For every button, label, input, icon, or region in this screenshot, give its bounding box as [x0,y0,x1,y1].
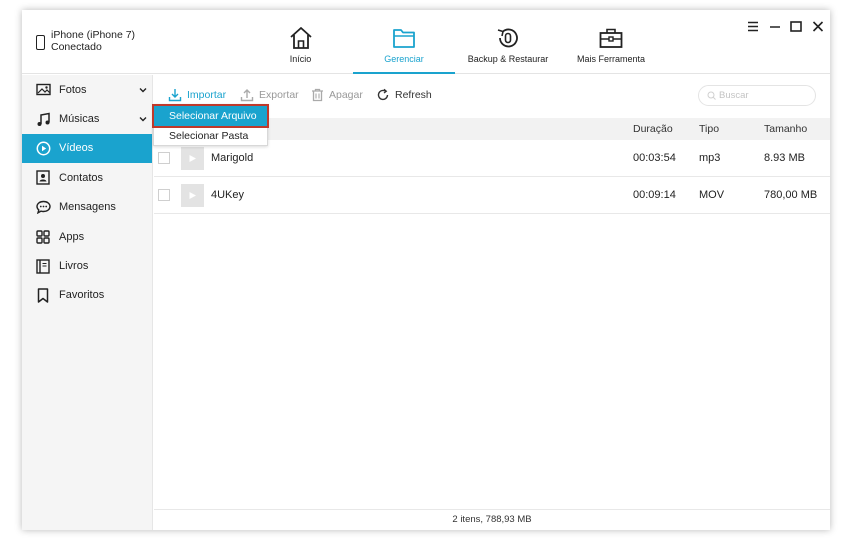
trash-icon [312,88,323,102]
menu-icon[interactable] [744,18,762,34]
sidebar: Fotos Músicas Vídeos Contatos Mensagens … [22,75,153,530]
chevron-down-icon[interactable] [139,113,147,125]
sidebar-item-label: Contatos [59,171,104,184]
export-button[interactable]: Exportar [240,88,299,102]
download-icon [168,89,182,102]
video-thumbnail [181,147,204,170]
music-icon [35,111,51,127]
sidebar-item-label: Fotos [59,83,87,96]
sidebar-item-musicas[interactable]: Músicas [22,104,152,133]
sidebar-item-label: Apps [59,230,85,243]
column-header-duracao[interactable]: Duração [633,123,673,135]
nav-label: Início [289,54,312,64]
export-label: Exportar [259,89,299,101]
upload-icon [240,89,254,102]
nav-mais-ferramenta[interactable]: Mais Ferramenta [574,10,648,74]
refresh-label: Refresh [395,89,432,101]
row-name: 4UKey [211,189,245,201]
phone-icon [36,35,45,50]
nav-gerenciar[interactable]: Gerenciar [353,10,455,74]
device-status: Conectado [51,41,102,53]
play-icon [189,155,196,162]
import-dropdown-menu: Selecionar Arquivo Selecionar Pasta [152,104,269,146]
nav-label: Backup & Restaurar [467,54,549,64]
row-name: Marigold [211,152,254,164]
nav-backup-restaurar[interactable]: Backup & Restaurar [466,10,550,74]
row-checkbox[interactable] [158,189,170,201]
sidebar-item-fotos[interactable]: Fotos [22,75,152,104]
toolbox-icon [599,28,623,48]
table-row[interactable]: 4UKey 00:09:14 MOV 780,00 MB [154,178,830,214]
row-size: 8.93 MB [764,152,805,164]
sidebar-item-label: Vídeos [59,142,94,155]
row-checkbox[interactable] [158,152,170,164]
status-bar: 2 itens, 788,93 MB [154,509,830,530]
device-name: iPhone (iPhone 7) [51,29,136,41]
bookmark-icon [35,287,51,303]
row-duration: 00:09:14 [633,189,676,201]
sidebar-item-label: Livros [59,260,89,273]
apps-icon [35,229,51,245]
nav-label: Gerenciar [384,54,424,64]
menu-item-selecionar-pasta[interactable]: Selecionar Pasta [154,126,267,146]
search-box[interactable] [698,85,816,106]
sidebar-item-apps[interactable]: Apps [22,222,152,251]
book-icon [35,258,51,274]
row-size: 780,00 MB [764,189,818,201]
delete-button[interactable]: Apagar [311,88,363,102]
search-input[interactable] [719,90,809,101]
nav-inicio[interactable]: Início [278,10,323,74]
backup-restore-icon [497,28,518,48]
import-button[interactable]: Importar [168,88,226,102]
sidebar-item-label: Favoritos [59,289,105,302]
video-icon [35,140,51,156]
sidebar-item-livros[interactable]: Livros [22,251,152,280]
sidebar-item-contatos[interactable]: Contatos [22,163,152,192]
table-row[interactable]: Marigold 00:03:54 mp3 8.93 MB [154,141,830,177]
sidebar-item-label: Mensagens [59,201,116,214]
maximize-icon[interactable] [787,18,805,34]
sidebar-item-mensagens[interactable]: Mensagens [22,193,152,222]
row-type: mp3 [699,152,721,164]
refresh-icon [377,88,389,101]
search-icon [707,91,716,100]
column-header-tamanho[interactable]: Tamanho [764,123,807,135]
refresh-button[interactable]: Refresh [376,88,432,102]
header-bar: iPhone (iPhone 7) Conectado Início Geren… [22,10,830,74]
close-icon[interactable] [809,18,827,34]
folder-icon [393,29,415,48]
home-icon [289,27,312,49]
minimize-icon[interactable] [766,18,784,34]
video-thumbnail [181,184,204,207]
photo-icon [35,82,51,98]
device-info: iPhone (iPhone 7) Conectado [36,29,135,53]
contact-icon [35,170,51,186]
column-header-tipo[interactable]: Tipo [699,123,719,135]
row-duration: 00:03:54 [633,152,676,164]
sidebar-item-favoritos[interactable]: Favoritos [22,281,152,310]
menu-item-selecionar-arquivo[interactable]: Selecionar Arquivo [152,104,269,128]
chevron-down-icon[interactable] [139,84,147,96]
import-label: Importar [187,89,227,101]
delete-label: Apagar [329,89,363,101]
sidebar-item-videos[interactable]: Vídeos [22,133,152,164]
message-icon [35,199,51,215]
row-type: MOV [699,189,725,201]
app-window: iPhone (iPhone 7) Conectado Início Geren… [22,10,830,530]
play-icon [189,192,196,199]
nav-label: Mais Ferramenta [576,54,646,64]
sidebar-item-label: Músicas [59,113,100,126]
